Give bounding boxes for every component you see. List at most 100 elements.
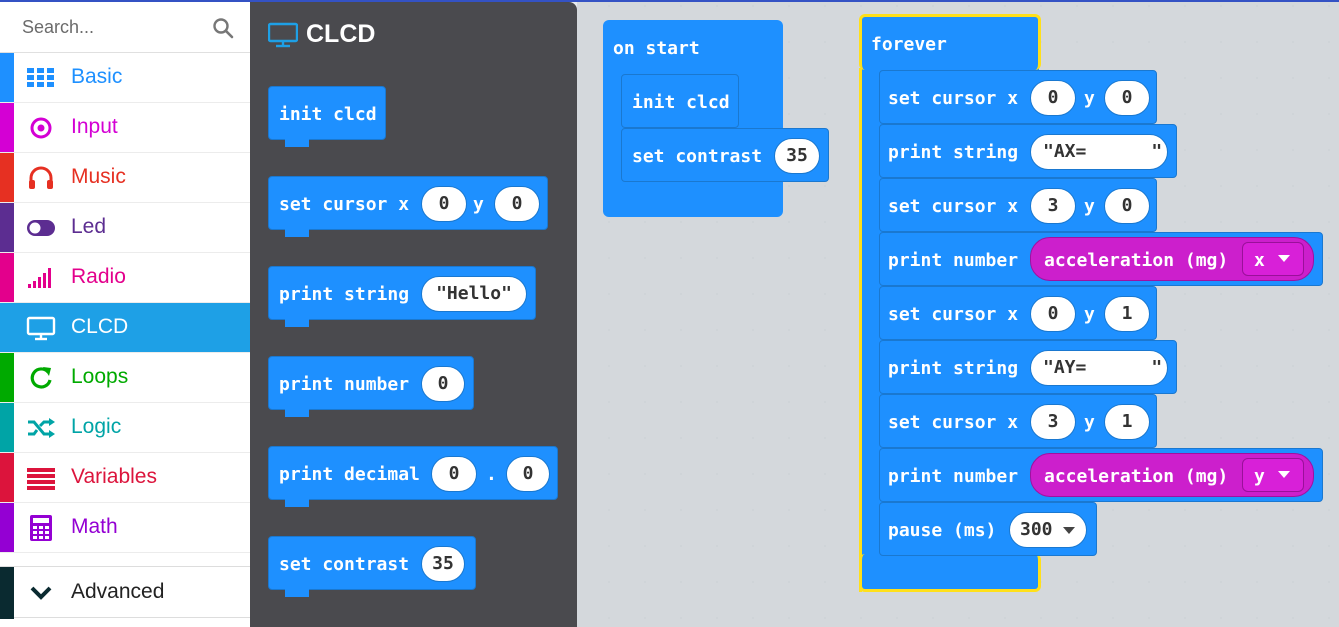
block-print-decimal[interactable]: print decimal 0 . 0 bbox=[268, 446, 558, 500]
number-value-input[interactable]: 0 bbox=[421, 366, 465, 402]
block-label: print decimal bbox=[279, 464, 420, 485]
acceleration-reporter[interactable]: acceleration (mg) x bbox=[1030, 237, 1314, 281]
category-color-bar bbox=[0, 353, 14, 402]
monitor-icon bbox=[268, 22, 298, 48]
category-label-loops: Loops bbox=[71, 365, 129, 388]
string-value-input[interactable]: "AY= " bbox=[1030, 350, 1168, 386]
block-set-contrast-onstart[interactable]: set contrast 35 bbox=[621, 128, 829, 182]
block-print-number[interactable]: print number acceleration (mg) y bbox=[879, 448, 1323, 502]
y-value-input[interactable]: 1 bbox=[1104, 296, 1150, 332]
block-set-cursor[interactable]: set cursor x 0 y 1 bbox=[879, 286, 1157, 340]
forever-label: forever bbox=[871, 34, 947, 55]
axis-value: y bbox=[1254, 466, 1265, 487]
category-advanced[interactable]: Advanced bbox=[0, 566, 250, 619]
category-variables[interactable]: Variables bbox=[0, 453, 250, 503]
category-label-input: Input bbox=[71, 115, 118, 138]
category-logic[interactable]: Logic bbox=[0, 403, 250, 453]
block-flyout: CLCD init clcd set cursor x 0 y 0 print … bbox=[250, 2, 577, 627]
contrast-value-input[interactable]: 35 bbox=[421, 546, 465, 582]
search-input[interactable]: Search... bbox=[22, 17, 94, 38]
block-label: set cursor x bbox=[279, 194, 410, 215]
axis-dropdown[interactable]: x bbox=[1242, 242, 1304, 276]
block-print-number[interactable]: print number acceleration (mg) x bbox=[879, 232, 1323, 286]
monitor-icon bbox=[26, 316, 56, 341]
block-notch bbox=[285, 589, 309, 597]
block-init-clcd-onstart[interactable]: init clcd bbox=[621, 74, 739, 128]
toolbox-sidebar: Search... Basic Input Music Led Radio CL… bbox=[0, 2, 251, 627]
block-label-y: y bbox=[1084, 412, 1095, 433]
category-label-music: Music bbox=[71, 165, 126, 188]
block-print-number[interactable]: print number 0 bbox=[268, 356, 474, 410]
string-value-input[interactable]: "Hello" bbox=[421, 276, 527, 312]
block-print-string[interactable]: print string "AY= " bbox=[879, 340, 1177, 394]
category-input[interactable]: Input bbox=[0, 103, 250, 153]
target-icon bbox=[30, 117, 52, 139]
contrast-value-input[interactable]: 35 bbox=[774, 138, 820, 174]
block-label-y: y bbox=[1084, 304, 1095, 325]
search-icon[interactable] bbox=[212, 17, 234, 39]
sensor-label: acceleration (mg) bbox=[1044, 466, 1229, 487]
dropdown-arrow-icon bbox=[1063, 527, 1075, 534]
x-value-input[interactable]: 3 bbox=[1030, 404, 1076, 440]
toggle-icon bbox=[27, 220, 55, 236]
category-clcd[interactable]: CLCD bbox=[0, 303, 250, 353]
headphones-icon bbox=[29, 166, 53, 189]
category-math[interactable]: Math bbox=[0, 503, 250, 553]
axis-dropdown[interactable]: y bbox=[1242, 458, 1304, 492]
x-value-input[interactable]: 0 bbox=[1030, 80, 1076, 116]
y-value-input[interactable]: 1 bbox=[1104, 404, 1150, 440]
axis-value: x bbox=[1254, 250, 1265, 271]
category-label-variables: Variables bbox=[71, 465, 157, 488]
block-set-cursor[interactable]: set cursor x 3 y 0 bbox=[879, 178, 1157, 232]
list-lines-icon bbox=[27, 468, 55, 490]
block-label: set cursor x bbox=[888, 196, 1019, 217]
category-label-advanced: Advanced bbox=[71, 580, 165, 603]
decimal-frac-input[interactable]: 0 bbox=[506, 456, 550, 492]
block-notch bbox=[285, 499, 309, 507]
pause-value-dropdown[interactable]: 300 bbox=[1009, 512, 1087, 548]
block-set-cursor[interactable]: set cursor x 3 y 1 bbox=[879, 394, 1157, 448]
category-music[interactable]: Music bbox=[0, 153, 250, 203]
category-led[interactable]: Led bbox=[0, 203, 250, 253]
shuffle-icon bbox=[28, 418, 55, 438]
category-color-bar bbox=[0, 253, 14, 302]
refresh-icon bbox=[30, 367, 52, 389]
string-value-input[interactable]: "AX= " bbox=[1030, 134, 1168, 170]
block-set-cursor[interactable]: set cursor x 0 y 0 bbox=[268, 176, 548, 230]
category-label-basic: Basic bbox=[71, 65, 123, 88]
category-loops[interactable]: Loops bbox=[0, 353, 250, 403]
category-radio[interactable]: Radio bbox=[0, 253, 250, 303]
x-value-input[interactable]: 0 bbox=[421, 186, 467, 222]
block-pause[interactable]: pause (ms) 300 bbox=[879, 502, 1097, 556]
category-label-math: Math bbox=[71, 515, 118, 538]
search-box[interactable]: Search... bbox=[0, 2, 250, 53]
y-value-input[interactable]: 0 bbox=[494, 186, 540, 222]
block-label: print string bbox=[888, 142, 1019, 163]
category-label-logic: Logic bbox=[71, 415, 122, 438]
category-label-clcd: CLCD bbox=[71, 315, 129, 338]
category-color-bar bbox=[0, 103, 14, 152]
y-value-input[interactable]: 0 bbox=[1104, 188, 1150, 224]
category-color-bar bbox=[0, 53, 14, 102]
block-set-cursor[interactable]: set cursor x 0 y 0 bbox=[879, 70, 1157, 124]
block-init-clcd[interactable]: init clcd bbox=[268, 86, 386, 140]
block-set-contrast[interactable]: set contrast 35 bbox=[268, 536, 476, 590]
dropdown-arrow-icon bbox=[1278, 255, 1290, 262]
block-label: print string bbox=[888, 358, 1019, 379]
block-print-string[interactable]: print string "AX= " bbox=[879, 124, 1177, 178]
x-value-input[interactable]: 0 bbox=[1030, 296, 1076, 332]
block-label: set contrast bbox=[632, 146, 763, 167]
y-value-input[interactable]: 0 bbox=[1104, 80, 1150, 116]
block-label-y: y bbox=[473, 194, 484, 215]
x-value-input[interactable]: 3 bbox=[1030, 188, 1076, 224]
block-label-y: y bbox=[1084, 196, 1095, 217]
category-color-bar bbox=[0, 403, 14, 452]
category-color-bar bbox=[0, 567, 14, 619]
block-notch bbox=[285, 409, 309, 417]
acceleration-reporter[interactable]: acceleration (mg) y bbox=[1030, 453, 1314, 497]
block-label: set cursor x bbox=[888, 304, 1019, 325]
category-basic[interactable]: Basic bbox=[0, 53, 250, 103]
decimal-dot: . bbox=[486, 464, 497, 485]
block-print-string[interactable]: print string "Hello" bbox=[268, 266, 536, 320]
decimal-int-input[interactable]: 0 bbox=[431, 456, 477, 492]
